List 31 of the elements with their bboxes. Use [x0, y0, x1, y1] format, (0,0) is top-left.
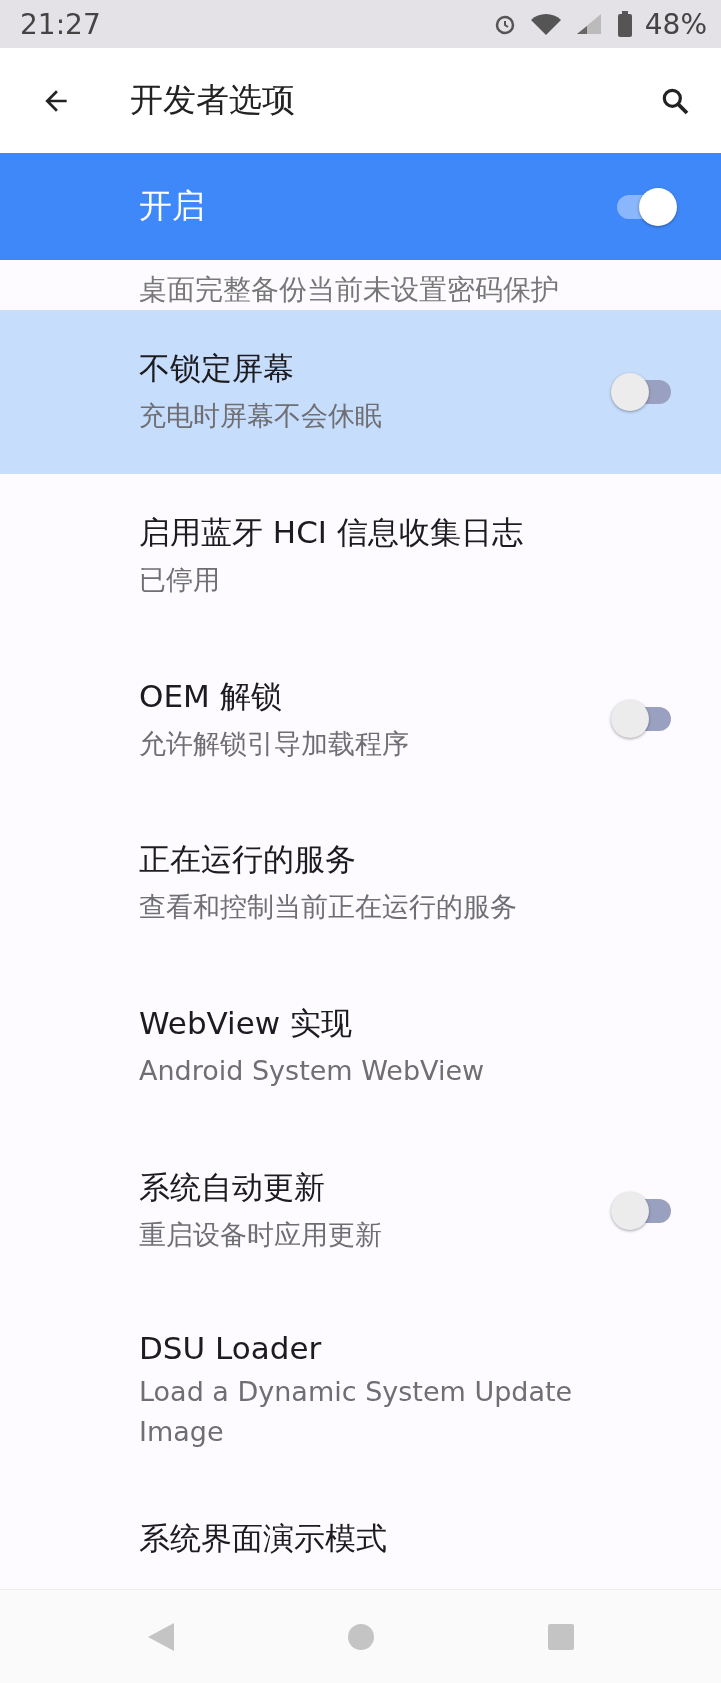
- setting-title: 系统自动更新: [139, 1167, 326, 1207]
- setting-subtitle: Load a Dynamic System Update Image: [139, 1374, 574, 1449]
- setting-subtitle: 允许解锁引导加载程序: [139, 726, 410, 761]
- setting-row[interactable]: 启用蓝牙 HCI 信息收集日志 已停用: [0, 473, 721, 638]
- setting-row[interactable]: WebView 实现 Android System WebView: [0, 965, 721, 1129]
- setting-title: WebView 实现: [139, 1004, 353, 1044]
- home-nav-icon[interactable]: [347, 1622, 376, 1651]
- setting-subtitle: 重启设备时应用更新: [139, 1217, 383, 1252]
- setting-subtitle: 充电时屏幕不会休眠: [139, 398, 383, 433]
- main-switch-label: 开启: [139, 185, 205, 227]
- status-time: 21:27: [20, 7, 101, 41]
- setting-title: OEM 解锁: [139, 676, 283, 716]
- battery-percent: 48%: [644, 7, 707, 41]
- battery-icon: [616, 11, 633, 37]
- setting-title: 启用蓝牙 HCI 信息收集日志: [139, 512, 524, 552]
- setting-row[interactable]: 系统自动更新 重启设备时应用更新: [0, 1129, 721, 1293]
- setting-subtitle: Android System WebView: [139, 1054, 486, 1089]
- setting-title: 不锁定屏幕: [139, 348, 295, 388]
- page-title: 开发者选项: [130, 79, 296, 121]
- setting-title: 正在运行的服务: [139, 840, 357, 880]
- setting-row[interactable]: 系统界面演示模式: [0, 1488, 721, 1589]
- setting-subtitle: 已停用: [139, 562, 221, 597]
- setting-title: 系统界面演示模式: [139, 1518, 388, 1558]
- setting-row[interactable]: 正在运行的服务 查看和控制当前正在运行的服务: [0, 801, 721, 966]
- setting-row[interactable]: DSU Loader Load a Dynamic System Update Image: [0, 1292, 721, 1489]
- setting-subtitle: 桌面完整备份当前未设置密码保护: [139, 276, 559, 304]
- setting-subtitle: 查看和控制当前正在运行的服务: [139, 890, 518, 925]
- recents-nav-icon[interactable]: [547, 1622, 576, 1651]
- setting-title: DSU Loader: [139, 1329, 323, 1366]
- setting-row[interactable]: 不锁定屏幕 充电时屏幕不会休眠: [0, 310, 721, 474]
- setting-row[interactable]: OEM 解锁 允许解锁引导加载程序: [0, 637, 721, 802]
